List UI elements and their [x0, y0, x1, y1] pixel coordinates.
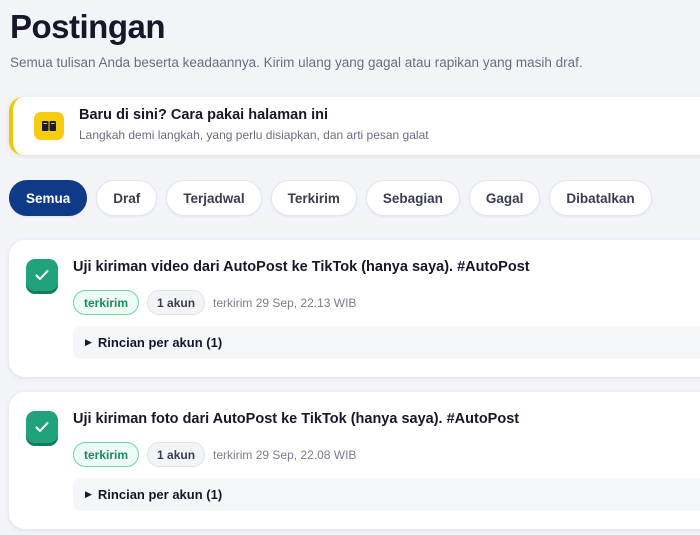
filter-terjadwal[interactable]: Terjadwal: [166, 180, 262, 216]
post-time: terkirim 29 Sep, 22.13 WIB: [213, 295, 357, 310]
post-text: Uji kiriman video dari AutoPost ke TikTo…: [73, 259, 530, 275]
post-text: Uji kiriman foto dari AutoPost ke TikTok…: [73, 411, 520, 427]
post-card: Uji kiriman video dari AutoPost ke TikTo…: [9, 240, 700, 377]
filter-terkirim[interactable]: Terkirim: [270, 180, 357, 216]
page-subtitle: Semua tulisan Anda beserta keadaannya. K…: [10, 55, 583, 70]
filter-tabs: Semua Draf Terjadwal Terkirim Sebagian G…: [9, 180, 652, 216]
guide-title: Baru di sini? Cara pakai halaman ini: [79, 107, 328, 123]
details-label: Rincian per akun (1): [97, 335, 223, 350]
filter-draf[interactable]: Draf: [96, 180, 158, 216]
post-time: terkirim 29 Sep, 22.08 WIB: [213, 447, 357, 462]
details-toggle[interactable]: ▶ Rincian per akun (1): [73, 478, 700, 511]
guide-subtitle: Langkah demi langkah, yang perlu disiapk…: [79, 128, 429, 142]
posts-page: Postingan Semua tulisan Anda beserta kea…: [0, 0, 700, 535]
guide-banner[interactable]: Baru di sini? Cara pakai halaman ini Lan…: [9, 97, 700, 155]
post-card: Uji kiriman foto dari AutoPost ke TikTok…: [9, 392, 700, 529]
filter-gagal[interactable]: Gagal: [468, 180, 541, 216]
accounts-badge: 1 akun: [147, 442, 206, 467]
accounts-badge: 1 akun: [147, 290, 206, 315]
page-title: Postingan: [10, 8, 166, 45]
details-toggle[interactable]: ▶ Rincian per akun (1): [73, 326, 700, 359]
status-badge: terkirim: [73, 442, 140, 467]
triangle-right-icon: ▶: [85, 337, 92, 347]
post-meta: terkirim 1 akun terkirim 29 Sep, 22.08 W…: [73, 442, 356, 467]
post-meta: terkirim 1 akun terkirim 29 Sep, 22.13 W…: [73, 290, 356, 315]
triangle-right-icon: ▶: [85, 489, 92, 499]
details-label: Rincian per akun (1): [97, 487, 223, 502]
status-badge: terkirim: [73, 290, 140, 315]
check-icon: [26, 259, 58, 291]
filter-sebagian[interactable]: Sebagian: [365, 180, 460, 216]
filter-semua[interactable]: Semua: [9, 180, 88, 216]
check-icon: [26, 411, 58, 443]
filter-dibatalkan[interactable]: Dibatalkan: [549, 180, 652, 216]
book-icon: [34, 112, 64, 140]
